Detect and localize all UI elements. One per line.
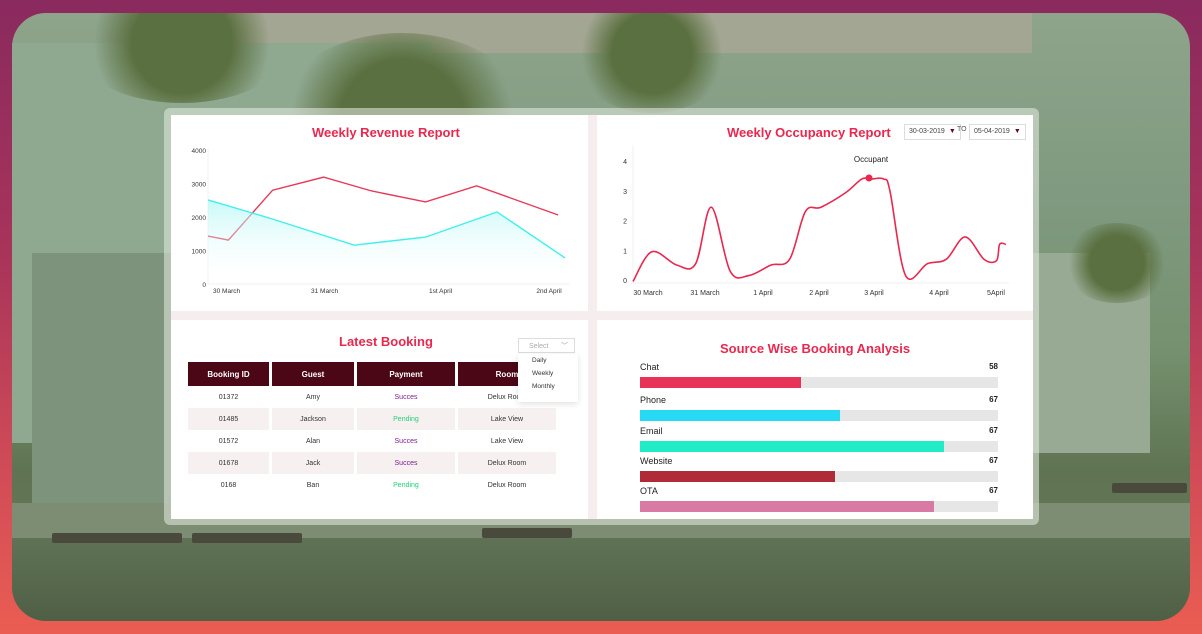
menu-item-monthly[interactable]: Monthly <box>518 380 578 393</box>
occupant-annotation: Occupant <box>854 155 889 164</box>
source-bar-track <box>640 501 998 512</box>
guest-cell: Jackson <box>272 408 354 430</box>
y-tick-label: 1 <box>623 248 627 255</box>
guest-cell: Alan <box>305 437 320 445</box>
room-cell: Delux Room <box>487 481 527 489</box>
x-tick-label: 1st April <box>429 288 453 295</box>
latest-booking-panel: Latest Booking Booking ID Guest Payment … <box>171 320 588 519</box>
y-tick-label: 4 <box>623 159 627 166</box>
table-row[interactable]: 01678 Jack Succes Delux Room <box>188 452 556 474</box>
y-tick-label: 1000 <box>192 249 207 256</box>
y-tick-label: 2 <box>623 219 627 226</box>
source-bar-fill <box>640 441 945 452</box>
x-tick-label: 2 April <box>809 290 829 297</box>
occupancy-chart: 4 3 2 1 0 30 March 31 March 1 April 2 April 3 Apr… <box>623 145 1009 297</box>
guest-cell: Jack <box>272 452 354 474</box>
x-tick-label: 4 April <box>929 290 949 297</box>
source-bar-fill <box>640 471 836 482</box>
occupant-highlight-point <box>865 174 873 182</box>
x-tick-label: 30 March <box>213 288 240 295</box>
weekly-revenue-panel: Weekly Revenue Report 4000 3000 2000 1000 0 3… <box>171 115 588 311</box>
source-bar-label: Website <box>640 456 673 466</box>
table-header-row: Booking ID Guest Payment Room <box>188 362 556 386</box>
source-bar-label: Email <box>640 426 663 436</box>
chevron-down-icon: ﹀ <box>561 343 568 350</box>
source-bar-value: 67 <box>989 426 998 435</box>
payment-status-cell: Succes <box>394 437 418 445</box>
booking-id-cell: 0168 <box>220 481 237 489</box>
source-bar-value: 67 <box>989 486 998 495</box>
x-tick-label: 31 March <box>311 288 338 295</box>
source-title: Source Wise Booking Analysis <box>720 341 911 356</box>
x-tick-label: 30 March <box>633 290 662 297</box>
column-header[interactable]: Booking ID <box>188 362 269 386</box>
room-cell: Delux Room <box>458 452 556 474</box>
x-tick-label: 31 March <box>690 290 719 297</box>
x-tick-label: 2nd April <box>536 288 562 295</box>
x-tick-label: 5April <box>987 290 1005 297</box>
period-select-placeholder: Select <box>529 343 549 350</box>
payment-status-cell: Succes <box>394 393 418 401</box>
source-bar-fill <box>640 377 802 388</box>
occupant-line <box>632 177 1007 282</box>
y-tick-label: 0 <box>623 278 627 285</box>
source-bar-label: Chat <box>640 362 660 372</box>
y-tick-label: 3 <box>623 189 627 196</box>
source-bar-value: 67 <box>989 395 998 404</box>
table-row[interactable]: 01485 Jackson Pending Lake View <box>188 408 556 430</box>
room-cell: Lake View <box>490 437 524 445</box>
source-bar-track <box>640 471 998 482</box>
x-tick-label: 3 April <box>864 290 884 297</box>
booking-id-cell: 01372 <box>218 393 239 401</box>
source-bar-track <box>640 377 998 388</box>
y-tick-label: 2000 <box>192 215 207 222</box>
booking-id-cell: 01572 <box>218 437 239 445</box>
guest-cell: Ban <box>306 481 320 489</box>
revenue-chart: 4000 3000 2000 1000 0 30 March 31 March 1st Apr… <box>192 148 569 295</box>
x-tick-label: 1 April <box>753 290 773 297</box>
source-bar-track <box>640 441 998 452</box>
weekly-occupancy-panel: Weekly Occupancy Report 30-03-2019 ▼ TO 0… <box>597 115 1033 311</box>
booking-title: Latest Booking <box>339 334 433 349</box>
booking-id-cell: 01678 <box>188 452 269 474</box>
source-bar-value: 67 <box>989 456 998 465</box>
guest-cell: Amy <box>306 393 320 401</box>
room-cell: Lake View <box>458 408 556 430</box>
source-bar-label: OTA <box>640 486 658 496</box>
divider <box>171 311 1033 320</box>
payment-status-cell: Pending <box>357 408 455 430</box>
source-bar-fill <box>640 410 841 421</box>
y-tick-label: 4000 <box>192 148 207 155</box>
table-row[interactable]: 01372 Amy Succes Delux Room <box>188 386 556 408</box>
source-booking-panel: Source Wise Booking Analysis Chat 58 Pho… <box>597 320 1033 519</box>
booking-id-cell: 01485 <box>188 408 269 430</box>
menu-item-daily[interactable]: Daily <box>518 354 578 367</box>
column-header[interactable]: Payment <box>357 362 455 386</box>
payment-status-cell: Succes <box>357 452 455 474</box>
column-header[interactable]: Guest <box>272 362 354 386</box>
table-row[interactable]: 0168 Ban Pending Delux Room <box>188 474 556 496</box>
menu-item-weekly[interactable]: Weekly <box>518 367 578 380</box>
divider <box>588 115 597 519</box>
payment-status-cell: Pending <box>393 481 419 489</box>
source-bar-label: Phone <box>640 395 667 405</box>
y-tick-label: 3000 <box>192 182 207 189</box>
source-bar-track <box>640 410 998 421</box>
table-row[interactable]: 01572 Alan Succes Lake View <box>188 430 556 452</box>
source-bar-fill <box>640 501 934 512</box>
period-select[interactable]: Select ﹀ <box>518 338 575 353</box>
booking-table: Booking ID Guest Payment Room 01372 Amy Su… <box>185 362 559 496</box>
source-bar-value: 58 <box>989 362 998 371</box>
period-select-menu: Daily Weekly Monthly <box>518 354 578 402</box>
y-tick-label: 0 <box>202 282 206 289</box>
